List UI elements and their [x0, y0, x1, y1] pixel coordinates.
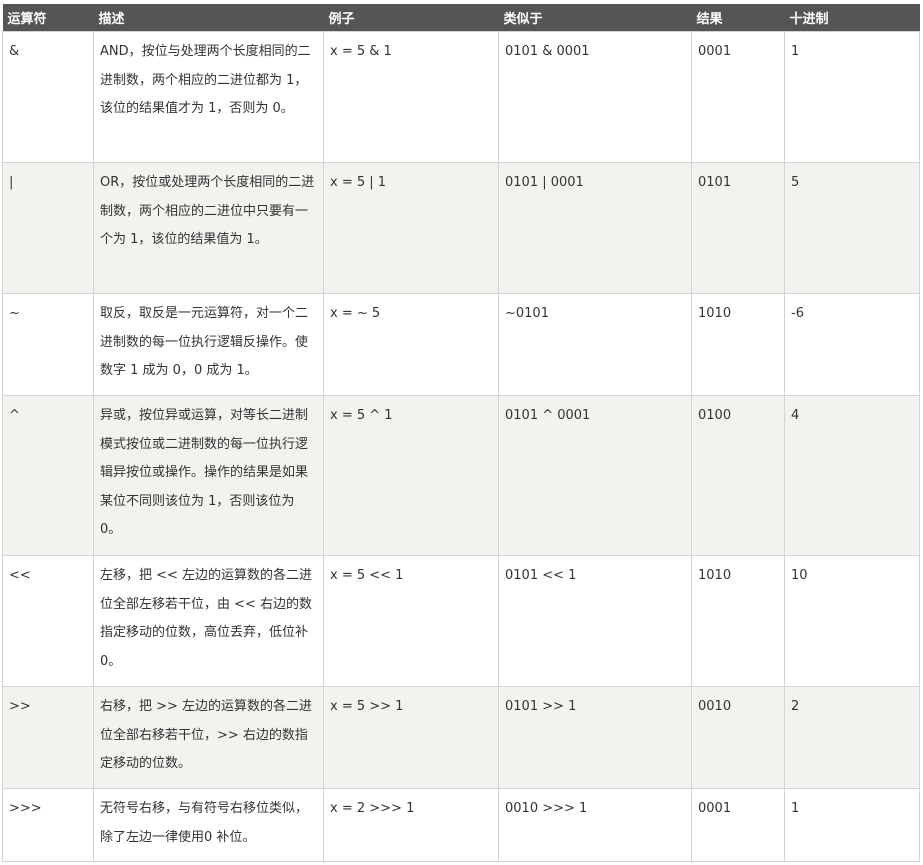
- cell-result: 1010: [691, 555, 785, 687]
- cell-decimal: 5: [784, 162, 920, 294]
- table-row: | OR，按位或处理两个长度相同的二进制数，两个相应的二进位中只要有一个为 1，…: [2, 162, 920, 294]
- table-body: & AND，按位与处理两个长度相同的二进制数，两个相应的二进位都为 1，该位的结…: [2, 31, 920, 862]
- header-operator: 运算符: [2, 4, 94, 32]
- table-header: 运算符 描述 例子 类似于 结果 十进制: [2, 4, 920, 32]
- cell-result: 0100: [691, 395, 785, 556]
- cell-description: 右移，把 >> 左边的运算数的各二进位全部右移若干位，>> 右边的数指定移动的位…: [93, 686, 324, 789]
- cell-similar: 0101 & 0001: [498, 31, 692, 163]
- cell-result: 0010: [691, 686, 785, 789]
- table-row: << 左移，把 << 左边的运算数的各二进位全部左移若干位，由 << 右边的数指…: [2, 555, 920, 687]
- cell-decimal: -6: [784, 293, 920, 396]
- cell-similar: 0101 << 1: [498, 555, 692, 687]
- cell-similar: 0101 ^ 0001: [498, 395, 692, 556]
- table-row: ~ 取反，取反是一元运算符，对一个二进制数的每一位执行逻辑反操作。使数字 1 成…: [2, 293, 920, 396]
- bitwise-operator-table: 运算符 描述 例子 类似于 结果 十进制 & AND，按位与处理两个长度相同的二…: [2, 4, 920, 862]
- cell-decimal: 10: [784, 555, 920, 687]
- header-description: 描述: [93, 4, 324, 32]
- cell-description: 左移，把 << 左边的运算数的各二进位全部左移若干位，由 << 右边的数指定移动…: [93, 555, 324, 687]
- cell-example: x = 5 & 1: [323, 31, 499, 163]
- cell-decimal: 4: [784, 395, 920, 556]
- cell-operator: ~: [2, 293, 94, 396]
- header-row: 运算符 描述 例子 类似于 结果 十进制: [2, 4, 920, 32]
- table-row: >>> 无符号右移，与有符号右移位类似，除了左边一律使用0 补位。 x = 2 …: [2, 788, 920, 862]
- cell-example: x = 5 ^ 1: [323, 395, 499, 556]
- cell-example: x = 5 >> 1: [323, 686, 499, 789]
- cell-example: x = 5 << 1: [323, 555, 499, 687]
- cell-operator: |: [2, 162, 94, 294]
- header-example: 例子: [323, 4, 499, 32]
- cell-similar: ~0101: [498, 293, 692, 396]
- cell-result: 0001: [691, 31, 785, 163]
- table-row: >> 右移，把 >> 左边的运算数的各二进位全部右移若干位，>> 右边的数指定移…: [2, 686, 920, 789]
- cell-similar: 0101 >> 1: [498, 686, 692, 789]
- cell-similar: 0010 >>> 1: [498, 788, 692, 862]
- header-decimal: 十进制: [784, 4, 920, 32]
- cell-example: x = 2 >>> 1: [323, 788, 499, 862]
- cell-description: 异或，按位异或运算，对等长二进制模式按位或二进制数的每一位执行逻辑异按位或操作。…: [93, 395, 324, 556]
- cell-decimal: 2: [784, 686, 920, 789]
- cell-description: 无符号右移，与有符号右移位类似，除了左边一律使用0 补位。: [93, 788, 324, 862]
- cell-example: x = ~ 5: [323, 293, 499, 396]
- table-row: ^ 异或，按位异或运算，对等长二进制模式按位或二进制数的每一位执行逻辑异按位或操…: [2, 395, 920, 556]
- cell-decimal: 1: [784, 788, 920, 862]
- cell-result: 0101: [691, 162, 785, 294]
- header-similar: 类似于: [498, 4, 692, 32]
- cell-operator: <<: [2, 555, 94, 687]
- cell-description: OR，按位或处理两个长度相同的二进制数，两个相应的二进位中只要有一个为 1，该位…: [93, 162, 324, 294]
- cell-operator: >>: [2, 686, 94, 789]
- cell-result: 0001: [691, 788, 785, 862]
- cell-result: 1010: [691, 293, 785, 396]
- cell-operator: &: [2, 31, 94, 163]
- cell-description: AND，按位与处理两个长度相同的二进制数，两个相应的二进位都为 1，该位的结果值…: [93, 31, 324, 163]
- cell-operator: >>>: [2, 788, 94, 862]
- cell-operator: ^: [2, 395, 94, 556]
- cell-description: 取反，取反是一元运算符，对一个二进制数的每一位执行逻辑反操作。使数字 1 成为 …: [93, 293, 324, 396]
- cell-decimal: 1: [784, 31, 920, 163]
- cell-example: x = 5 | 1: [323, 162, 499, 294]
- header-result: 结果: [691, 4, 785, 32]
- table-row: & AND，按位与处理两个长度相同的二进制数，两个相应的二进位都为 1，该位的结…: [2, 31, 920, 163]
- operator-table-container: 运算符 描述 例子 类似于 结果 十进制 & AND，按位与处理两个长度相同的二…: [2, 4, 920, 862]
- cell-similar: 0101 | 0001: [498, 162, 692, 294]
